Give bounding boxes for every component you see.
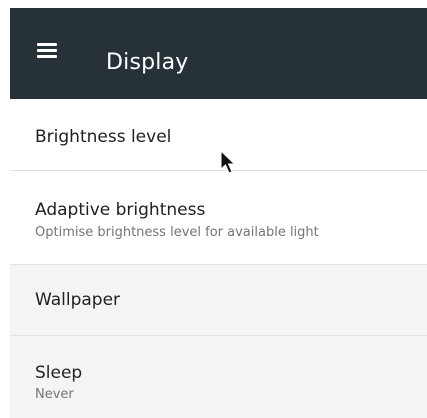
- setting-wallpaper[interactable]: Wallpaper: [10, 265, 427, 336]
- setting-brightness-level[interactable]: Brightness level: [10, 99, 427, 171]
- setting-sleep[interactable]: Sleep Never: [10, 336, 427, 418]
- page-title: Display: [106, 50, 189, 75]
- setting-title: Adaptive brightness: [35, 200, 206, 220]
- setting-title: Wallpaper: [35, 290, 121, 310]
- setting-title: Brightness level: [35, 127, 172, 147]
- app-bar: Display: [10, 8, 427, 99]
- setting-subtitle: Never: [35, 387, 74, 402]
- top-frame: [0, 0, 427, 8]
- setting-adaptive-brightness[interactable]: Adaptive brightness Optimise brightness …: [10, 171, 427, 265]
- setting-title: Sleep: [35, 363, 83, 383]
- settings-list: Brightness level Adaptive brightness Opt…: [10, 99, 427, 418]
- display-settings-screen: Display Brightness level Adaptive bright…: [0, 0, 427, 418]
- setting-subtitle: Optimise brightness level for available …: [35, 225, 319, 240]
- mouse-pointer-icon: [220, 150, 236, 174]
- hamburger-menu-icon[interactable]: [37, 43, 57, 58]
